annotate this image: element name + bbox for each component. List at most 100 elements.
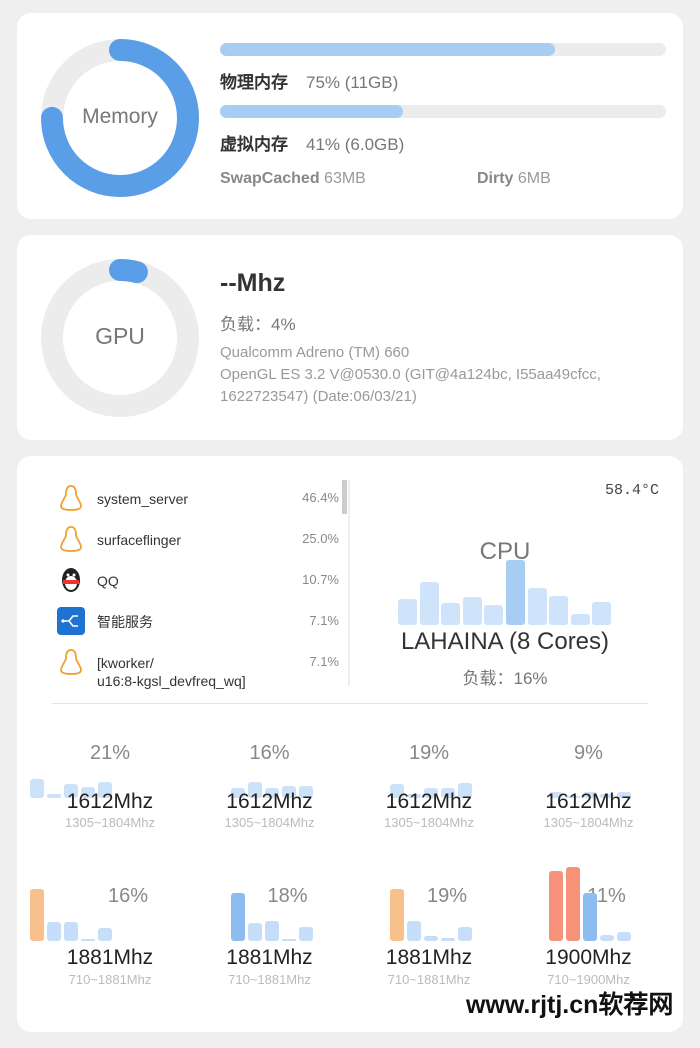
process-percent: 7.1% (309, 654, 339, 669)
core-history-bar (458, 927, 472, 941)
core-history-bar (281, 938, 296, 941)
process-percent: 46.4% (302, 490, 339, 505)
core-history-bar (407, 920, 421, 941)
cpu-name: LAHAINA (8 Cores) (400, 628, 610, 655)
gpu-donut: GPU (41, 259, 199, 417)
cpu-history-chart (398, 555, 614, 625)
dirty-label: Dirty (477, 170, 514, 187)
cpu-history-bar (419, 581, 439, 625)
cpu-history-bar (570, 613, 590, 625)
core-history-bar (565, 866, 580, 941)
cpu-card: system_server 46.4% surfaceflinger 25.0% QQ 1… (17, 456, 683, 1032)
gpu-gl-version: OpenGL ES 3.2 V@0530.0 (GIT@4a124bc, I55… (220, 366, 601, 405)
core-history-chart (30, 866, 120, 941)
virtual-memory-fill (220, 105, 403, 118)
gpu-frequency: --Mhz (220, 269, 286, 297)
process-name: [kworker/ u16:8-kgsl_devfreq_wq] (97, 655, 246, 689)
core-history-bar (247, 922, 262, 941)
linux-penguin-icon (57, 525, 85, 553)
core-frequency-range: 1305~1804Mhz (384, 815, 474, 830)
core-frequency: 1612Mhz (226, 790, 313, 813)
core-history-bar (98, 927, 112, 941)
core-history-bar (582, 892, 597, 941)
smart-service-icon (57, 607, 85, 635)
process-row[interactable]: [kworker/ u16:8-kgsl_devfreq_wq] 7.1% (57, 648, 339, 689)
memory-card: Memory 物理内存 75% (11GB) 虚拟内存 41% (6.0GB) Sw… (17, 13, 683, 219)
core-history-bar (264, 920, 279, 941)
virtual-memory-value: 41% (6.0GB) (306, 135, 405, 154)
core-history-chart (390, 866, 480, 941)
core-history-bar (30, 889, 44, 941)
core-frequency: 1881Mhz (385, 946, 473, 969)
core-frequency: 1900Mhz (545, 946, 632, 969)
process-row[interactable]: surfaceflinger 25.0% (57, 525, 339, 555)
core-frequency: 1612Mhz (385, 790, 473, 813)
core-history-bar (548, 871, 563, 941)
physical-memory-value: 75% (11GB) (306, 73, 399, 92)
qq-penguin-icon (57, 566, 85, 594)
swapcached-label: SwapCached (220, 170, 320, 187)
linux-penguin-icon (57, 648, 85, 676)
virtual-memory-row: 虚拟内存 41% (6.0GB) (220, 130, 404, 155)
core-frequency-range: 1305~1804Mhz (224, 815, 315, 830)
core-history-bar (390, 889, 404, 941)
process-list-divider (348, 480, 350, 686)
gpu-label: GPU (95, 323, 145, 349)
core-history-chart (548, 866, 639, 941)
process-row[interactable]: QQ 10.7% (57, 566, 339, 596)
cpu-history-bar (462, 597, 482, 625)
core-frequency: 1881Mhz (226, 946, 313, 969)
cpu-history-bar (549, 596, 569, 625)
virtual-memory-label: 虚拟内存 (220, 135, 288, 154)
physical-memory-label: 物理内存 (220, 73, 288, 92)
gpu-renderer: Qualcomm Adreno (TM) 660 (220, 344, 410, 361)
core-history-bar (441, 937, 455, 941)
virtual-memory-bar (220, 105, 666, 118)
process-name: QQ (97, 573, 119, 589)
memory-label: Memory (82, 105, 158, 128)
memory-donut: Memory (41, 39, 199, 197)
dirty-stat: Dirty 6MB (477, 170, 551, 188)
linux-penguin-icon (57, 484, 85, 512)
dirty-value: 6MB (517, 170, 551, 187)
core-history-chart (230, 866, 321, 941)
core-history-bar (616, 932, 631, 941)
physical-memory-fill (220, 43, 555, 56)
core-history-bar (64, 921, 78, 941)
core-frequency-range: 710~1881Mhz (68, 972, 152, 987)
watermark: www.rjtj.cn软荐网 (466, 985, 674, 1021)
cpu-history-bar (592, 601, 612, 625)
process-name: surfaceflinger (97, 532, 182, 548)
core-history-bar (599, 935, 614, 941)
divider (52, 703, 648, 704)
core-frequency-range: 1305~1804Mhz (543, 815, 634, 830)
core-history-bar (298, 927, 313, 941)
process-percent: 10.7% (302, 572, 339, 587)
process-name: 智能服务 (97, 614, 153, 630)
gpu-load: 负载：4% (220, 315, 296, 334)
core-frequency: 1612Mhz (66, 790, 154, 813)
swapcached-stat: SwapCached 63MB (220, 170, 366, 188)
core-frequency-range: 1305~1804Mhz (65, 815, 155, 830)
process-list-scrollbar[interactable] (342, 480, 347, 514)
core-frequency: 1881Mhz (66, 946, 154, 969)
cpu-history-bar (527, 587, 547, 625)
core-frequency: 1612Mhz (545, 790, 632, 813)
process-name: system_server (97, 491, 189, 507)
process-row[interactable]: system_server 46.4% (57, 484, 339, 514)
core-history-bar (47, 921, 61, 941)
process-percent: 25.0% (302, 531, 339, 546)
swapcached-value: 63MB (324, 170, 366, 187)
core-history-bar (81, 938, 95, 941)
core-history-bar (230, 892, 245, 941)
physical-memory-row: 物理内存 75% (11GB) (220, 68, 398, 93)
cpu-history-bar (441, 603, 461, 625)
gpu-card: GPU --Mhz 负载：4% Qualcomm Adreno (TM) 660… (17, 235, 683, 440)
core-frequency-range: 710~1881Mhz (228, 972, 311, 987)
process-row[interactable]: 智能服务 7.1% (57, 607, 339, 637)
core-history-bar (424, 936, 438, 941)
cpu-history-bar (484, 604, 504, 625)
cpu-history-bar (398, 599, 417, 625)
cpu-temperature: 58.4°C (604, 482, 659, 499)
cpu-history-bar (506, 559, 525, 625)
